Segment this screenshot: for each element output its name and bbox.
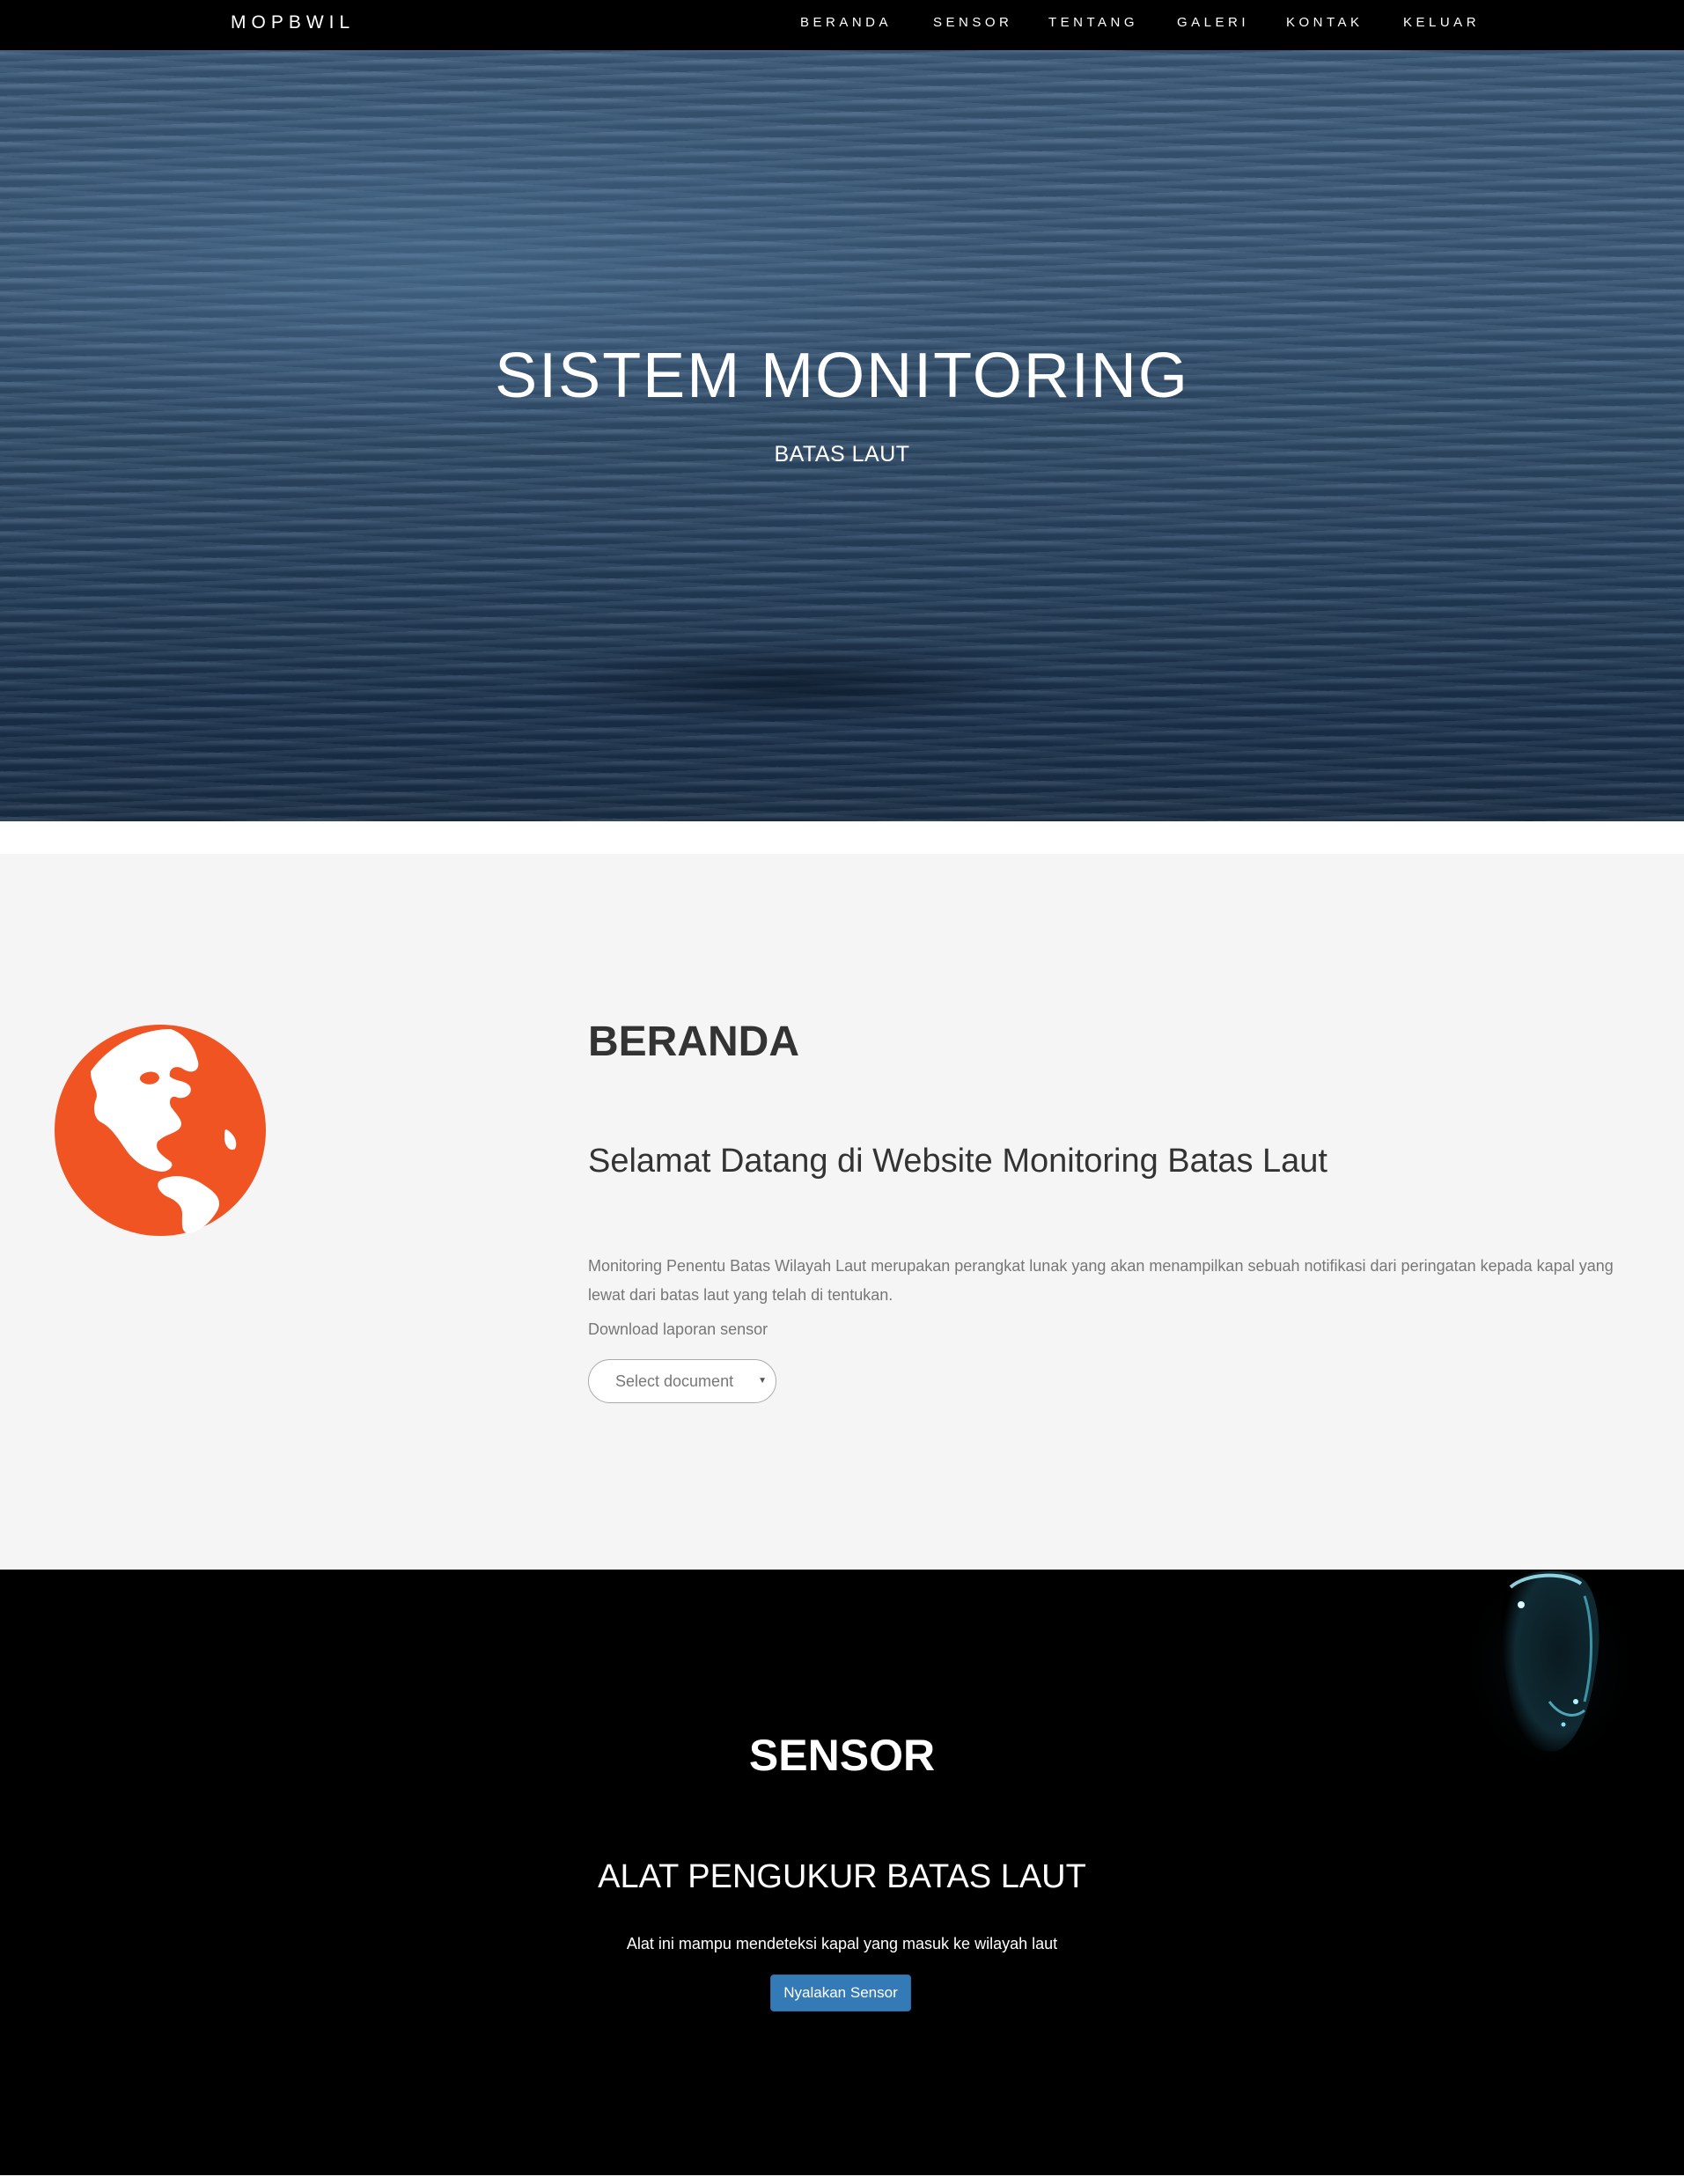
document-select[interactable]: Select document ▼: [588, 1359, 776, 1403]
welcome-heading: Selamat Datang di Website Monitoring Bat…: [588, 1143, 1327, 1180]
beranda-description: Monitoring Penentu Batas Wilayah Laut me…: [588, 1257, 1614, 1304]
beranda-section: BERANDA Selamat Datang di Website Monito…: [0, 854, 1684, 1570]
nav-links: BERANDA SENSOR TENTANG GALERI KONTAK KEL…: [0, 0, 1684, 46]
sensor-description: Alat ini mampu mendeteksi kapal yang mas…: [626, 1935, 1058, 1952]
hero-banner: SISTEM MONITORING BATAS LAUT: [0, 50, 1684, 821]
nav-link-sensor[interactable]: SENSOR: [933, 0, 1012, 46]
turn-on-sensor-button[interactable]: Nyalakan Sensor: [770, 1974, 911, 2011]
nav-link-keluar[interactable]: KELUAR: [1403, 0, 1480, 46]
sensor-subheading: ALAT PENGUKUR BATAS LAUT: [598, 1858, 1086, 1895]
nav-link-kontak[interactable]: KONTAK: [1286, 0, 1364, 46]
beranda-heading: BERANDA: [588, 1018, 799, 1065]
document-select-value: Select document: [615, 1372, 734, 1390]
hero-subtitle: BATAS LAUT: [774, 442, 910, 467]
sensor-section: SENSOR ALAT PENGUKUR BATAS LAUT Alat ini…: [0, 1570, 1684, 2175]
hero-title: SISTEM MONITORING: [495, 341, 1189, 411]
nav-link-beranda[interactable]: BERANDA: [800, 0, 892, 46]
caret-down-icon: ▼: [758, 1376, 767, 1386]
sensor-heading: SENSOR: [748, 1731, 936, 1780]
nav-link-galeri[interactable]: GALERI: [1177, 0, 1249, 46]
nav-link-tentang[interactable]: TENTANG: [1048, 0, 1138, 46]
navbar: MOPBWIL BERANDA SENSOR TENTANG GALERI KO…: [0, 0, 1684, 50]
globe-icon: [54, 1024, 267, 1237]
download-label: Download laporan sensor: [588, 1320, 768, 1338]
